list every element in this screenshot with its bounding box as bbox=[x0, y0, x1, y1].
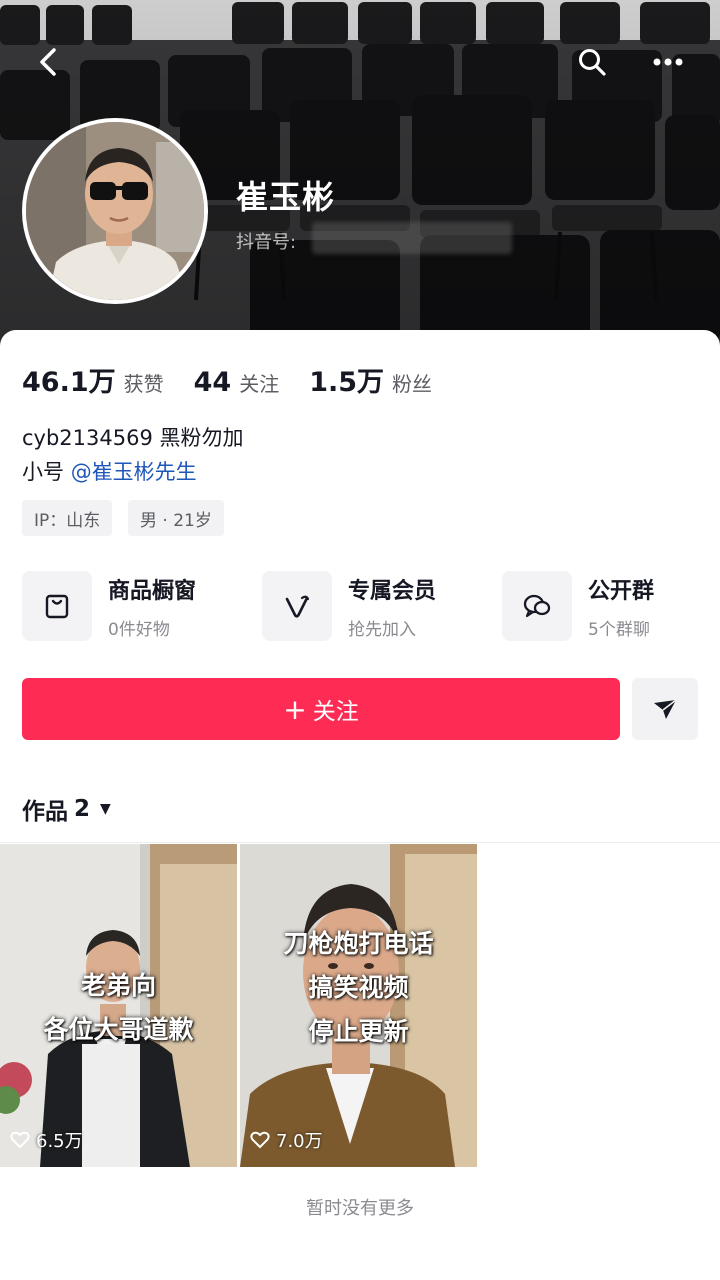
video-1-likes: 6.5万 bbox=[10, 1127, 83, 1153]
video-1-caption-line-1: 老弟向 bbox=[80, 971, 156, 1000]
service-membership-subtitle: 抢先加入 bbox=[348, 619, 416, 640]
video-2-likes-count: 7.0万 bbox=[276, 1131, 323, 1152]
video-1-caption-line-2: 各位大哥道歉 bbox=[43, 1015, 194, 1044]
divider bbox=[0, 842, 720, 843]
membership-icon bbox=[262, 571, 332, 641]
stat-followers[interactable]: 1.5万 粉丝 bbox=[309, 360, 432, 399]
shop-window-icon bbox=[22, 571, 92, 641]
stat-likes[interactable]: 46.1万 获赞 bbox=[22, 360, 164, 399]
stats-row: 46.1万 获赞 44 关注 1.5万 粉丝 bbox=[22, 360, 462, 399]
avatar[interactable] bbox=[22, 118, 208, 304]
service-shop-window[interactable]: 商品橱窗 0件好物 bbox=[22, 570, 196, 642]
tab-works[interactable]: 作品 2 ▼ bbox=[22, 792, 111, 826]
heart-icon bbox=[10, 1131, 30, 1149]
search-icon bbox=[579, 49, 606, 76]
gender-age-tag: 男 · 21岁 bbox=[128, 500, 224, 536]
tab-works-label: 作品 bbox=[22, 799, 68, 825]
video-2-caption-line-3: 停止更新 bbox=[308, 1017, 409, 1046]
stat-following-value: 44 bbox=[193, 367, 232, 398]
more-button[interactable] bbox=[644, 38, 692, 86]
ip-location-tag: IP：山东 bbox=[22, 500, 113, 536]
video-2-caption-line-2: 搞笑视频 bbox=[308, 973, 409, 1002]
video-2-likes: 7.0万 bbox=[250, 1127, 323, 1153]
stat-followers-label: 粉丝 bbox=[392, 372, 433, 396]
follow-button-label: 关注 bbox=[312, 699, 359, 725]
avatar-photo bbox=[26, 122, 204, 300]
video-1-likes-count: 6.5万 bbox=[36, 1131, 83, 1152]
service-membership-title: 专属会员 bbox=[348, 578, 437, 604]
video-2-caption-line-1: 刀枪炮打电话 bbox=[283, 929, 434, 958]
service-membership[interactable]: 专属会员 抢先加入 bbox=[262, 570, 436, 642]
stat-likes-label: 获赞 bbox=[123, 372, 164, 396]
search-button[interactable] bbox=[568, 38, 616, 86]
profile-card: 46.1万 获赞 44 关注 1.5万 粉丝 cyb2134569 黑粉勿加 小… bbox=[0, 330, 720, 1280]
caret-down-icon: ▼ bbox=[100, 801, 111, 817]
bio-line-1: cyb2134569 黑粉勿加 bbox=[22, 426, 244, 450]
group-chat-icon bbox=[502, 571, 572, 641]
douyin-id-label: 抖音号: bbox=[236, 232, 297, 253]
bio-alt-account-link[interactable]: @崔玉彬先生 bbox=[71, 460, 197, 484]
video-thumbnail[interactable]: 刀枪炮打电话 搞笑视频 停止更新 7.0万 bbox=[240, 844, 477, 1167]
video-1-caption: 老弟向 各位大哥道歉 bbox=[0, 964, 237, 1052]
stat-likes-value: 46.1万 bbox=[22, 367, 116, 398]
heart-icon bbox=[250, 1131, 270, 1149]
service-shop-window-title: 商品橱窗 bbox=[108, 578, 197, 604]
stat-followers-value: 1.5万 bbox=[309, 367, 385, 398]
tab-works-count: 2 bbox=[74, 796, 91, 822]
stat-following[interactable]: 44 关注 bbox=[194, 367, 280, 398]
service-shop-window-subtitle: 0件好物 bbox=[108, 619, 170, 640]
bio-alt-account-label: 小号 bbox=[22, 460, 64, 484]
follow-button[interactable]: + 关注 bbox=[22, 678, 620, 740]
send-icon bbox=[654, 699, 677, 719]
more-icon bbox=[653, 58, 683, 66]
service-public-group-subtitle: 5个群聊 bbox=[588, 619, 650, 640]
share-button[interactable] bbox=[632, 678, 698, 740]
plus-icon: + bbox=[283, 692, 307, 726]
service-public-group-title: 公开群 bbox=[588, 578, 655, 604]
back-button[interactable] bbox=[24, 38, 72, 86]
bio-line-2: 小号 @崔玉彬先生 bbox=[22, 456, 197, 486]
video-thumbnail[interactable]: 老弟向 各位大哥道歉 6.5万 bbox=[0, 844, 237, 1167]
douyin-id-blurred bbox=[312, 222, 512, 254]
service-public-group[interactable]: 公开群 5个群聊 bbox=[502, 570, 654, 642]
stat-following-label: 关注 bbox=[239, 372, 280, 396]
nickname: 崔玉彬 bbox=[236, 178, 336, 216]
video-2-caption: 刀枪炮打电话 搞笑视频 停止更新 bbox=[240, 922, 477, 1054]
no-more-content-text: 暂时没有更多 bbox=[306, 1198, 414, 1219]
back-icon bbox=[40, 48, 56, 76]
